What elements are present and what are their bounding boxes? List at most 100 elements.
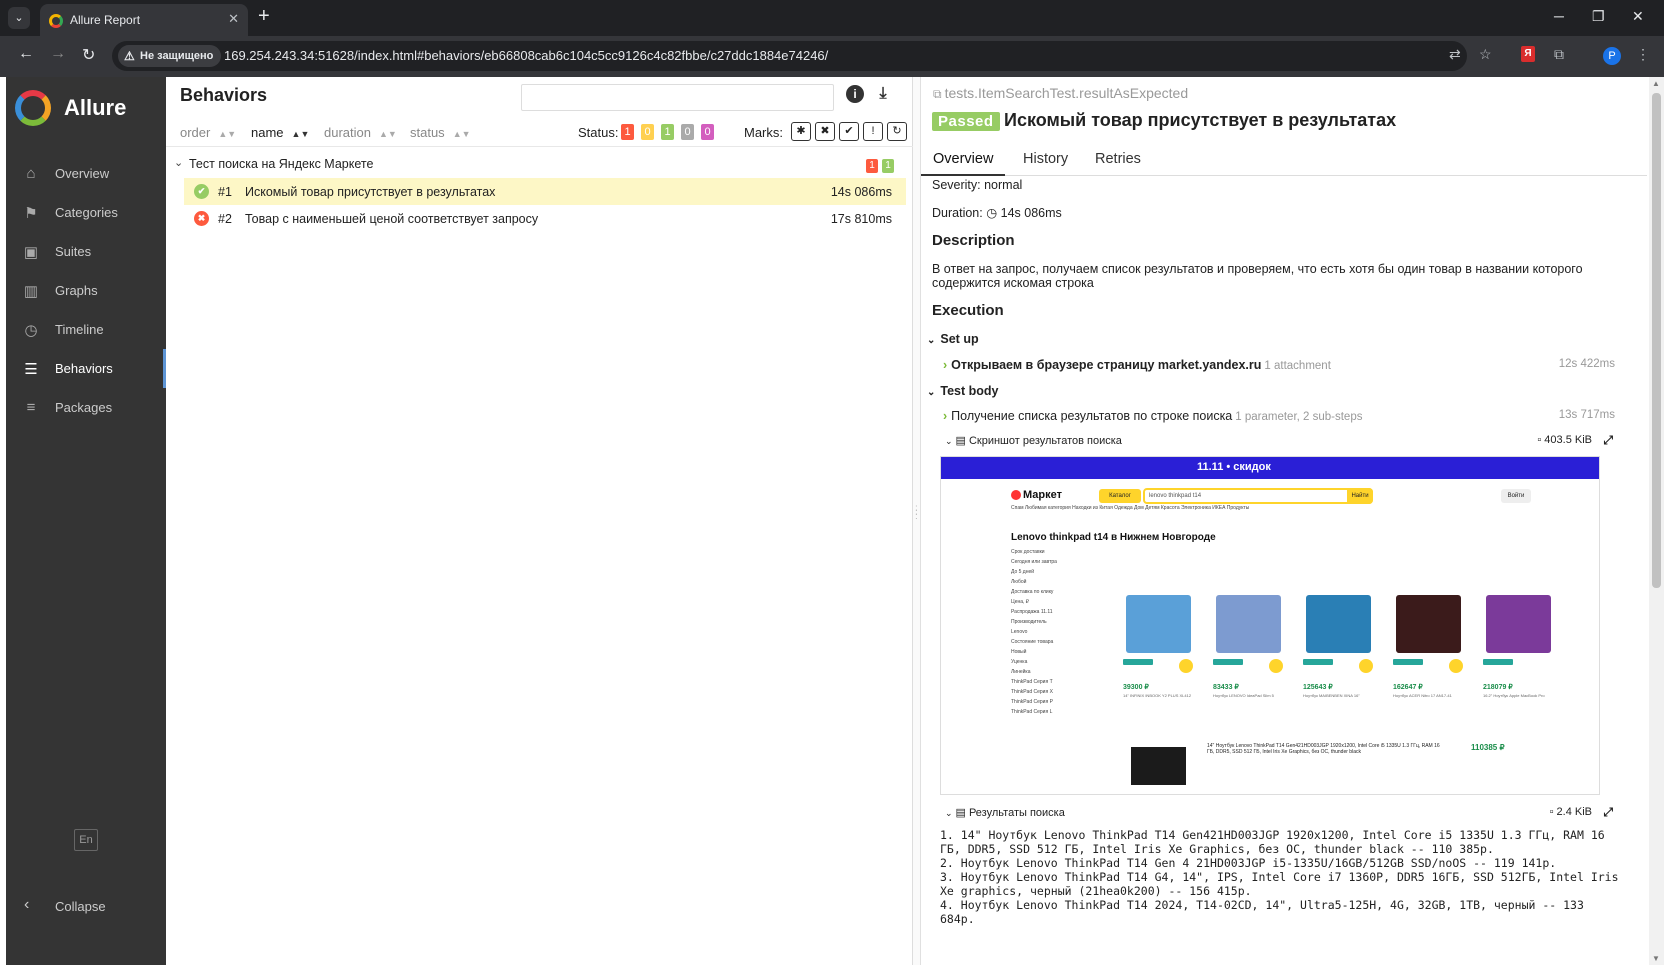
setup-section-toggle[interactable]: ⌄ Set up xyxy=(927,332,979,346)
status-filter-unknown[interactable]: 0 xyxy=(701,124,714,140)
sidebar-item-graphs[interactable]: ▥ Graphs xyxy=(6,271,166,310)
discount-badge xyxy=(1303,659,1333,665)
extensions-icon[interactable]: ⧉ xyxy=(1554,46,1564,63)
clock-icon: ◷ xyxy=(986,206,998,220)
copy-icon[interactable]: ⧉ xyxy=(933,87,942,101)
product-image xyxy=(1131,747,1186,785)
minimize-icon[interactable]: ─ xyxy=(1554,8,1564,24)
attachment-screenshot[interactable]: ⌄ ▤ Скриншот результатов поиска ▫ 403.5 Ki… xyxy=(945,433,1615,448)
collapse-button[interactable]: ‹ Collapse xyxy=(6,892,166,922)
chevron-down-icon: ⌄ xyxy=(945,436,953,446)
clock-icon: ◷ xyxy=(24,322,38,339)
test-body-label: Test body xyxy=(940,384,999,398)
product-price: 39300 ₽ xyxy=(1123,684,1149,691)
yandex-extension-icon[interactable]: Я xyxy=(1521,46,1535,62)
status-filter-failed[interactable]: 1 xyxy=(621,124,634,140)
scroll-up-icon[interactable]: ▲ xyxy=(1652,79,1660,88)
sort-by-status[interactable]: status ▲▼ xyxy=(410,125,471,140)
product-desc: Ноутбук LENOVO IdeaPad Slim 5 xyxy=(1213,693,1274,698)
test-row[interactable]: ✔ #1 Искомый товар присутствует в резуль… xyxy=(184,178,906,205)
info-icon[interactable]: i xyxy=(846,85,864,103)
screenshot-attachment-image[interactable]: 11.11 • скидок Маркет Каталог lenovo thi… xyxy=(940,456,1600,795)
test-full-name[interactable]: ⧉ tests.ItemSearchTest.resultAsExpected xyxy=(933,85,1188,102)
tab-overview[interactable]: Overview xyxy=(921,151,1006,176)
forward-icon[interactable]: → xyxy=(50,45,66,63)
sort-arrows-icon: ▲▼ xyxy=(452,129,471,139)
new-tab-icon[interactable]: + xyxy=(258,5,270,28)
sidebar-item-categories[interactable]: ⚑ Categories xyxy=(6,193,166,232)
severity: Severity: normal xyxy=(932,178,1023,192)
step-meta: 1 parameter, 2 sub-steps xyxy=(1235,411,1363,423)
sort-by-order[interactable]: order ▲▼ xyxy=(180,125,236,140)
scrollbar-thumb[interactable] xyxy=(1652,93,1661,588)
restore-icon[interactable]: ❐ xyxy=(1592,8,1605,25)
close-window-icon[interactable]: ✕ xyxy=(1632,8,1644,25)
pane-title: Behaviors xyxy=(180,85,268,105)
download-icon[interactable]: ⤓ xyxy=(874,85,892,103)
url-text[interactable]: 169.254.243.34:51628/index.html#behavior… xyxy=(224,48,828,63)
flaky-mark-icon[interactable]: ✱ xyxy=(791,122,811,141)
brand-name[interactable]: Allure xyxy=(64,95,126,121)
sidebar-item-timeline[interactable]: ◷ Timeline xyxy=(6,310,166,349)
attachment-name: Результаты поиска xyxy=(968,807,1065,819)
translate-icon[interactable]: ⇄ xyxy=(1449,46,1461,63)
close-tab-icon[interactable]: ✕ xyxy=(228,11,239,27)
browser-tab-bar: ⌄ Allure Report ✕ + ─ ❐ ✕ xyxy=(0,0,1664,36)
pane-splitter[interactable]: ::: xyxy=(913,77,921,965)
new-failed-mark-icon[interactable]: ✖ xyxy=(815,122,835,141)
setup-label: Set up xyxy=(940,332,979,346)
step-duration: 13s 717ms xyxy=(1558,409,1615,421)
sidebar-item-overview[interactable]: ⌂ Overview xyxy=(6,154,166,193)
sidebar-item-suites[interactable]: ▣ Suites xyxy=(6,232,166,271)
list-icon: ☰ xyxy=(24,361,38,378)
omnibox[interactable]: ⚠ Не защищено 169.254.243.34:51628/index… xyxy=(112,41,1467,71)
allure-logo-icon[interactable] xyxy=(15,90,51,126)
scroll-down-icon[interactable]: ▼ xyxy=(1652,954,1660,963)
tab-history[interactable]: History xyxy=(1023,151,1068,167)
attachment-results[interactable]: ⌄ ▤ Результаты поиска ▫ 2.4 KiB ⤢ xyxy=(945,805,1615,820)
sort-by-name[interactable]: name ▲▼ xyxy=(251,125,309,140)
expand-icon[interactable]: ⤢ xyxy=(1603,433,1613,448)
bookmark-star-icon[interactable]: ☆ xyxy=(1479,46,1492,63)
new-passed-mark-icon[interactable]: ✔ xyxy=(839,122,859,141)
promo-text: 11.11 • скидок xyxy=(1197,461,1271,473)
status-filter-broken[interactable]: 0 xyxy=(641,124,654,140)
expand-icon[interactable]: ⤢ xyxy=(1603,805,1613,820)
body-step[interactable]: › Получение списка результатов по строке … xyxy=(943,409,1615,423)
product-desc: 14" Ноутбук Lenovo ThinkPad T14 Gen421HD… xyxy=(1207,743,1440,755)
status-filter-skipped[interactable]: 0 xyxy=(681,124,694,140)
sort-bar: order ▲▼ name ▲▼ duration ▲▼ status ▲▼ Statu… xyxy=(166,117,913,147)
sidebar-item-label: Categories xyxy=(55,205,118,220)
sort-by-duration[interactable]: duration ▲▼ xyxy=(324,125,397,140)
yandex-logo-icon xyxy=(1011,490,1021,501)
sort-arrows-icon: ▲▼ xyxy=(378,129,397,139)
reload-icon[interactable]: ↻ xyxy=(82,45,95,65)
duration-value: 14s 086ms xyxy=(1000,206,1062,220)
profile-avatar[interactable]: P xyxy=(1603,47,1621,65)
setup-step[interactable]: › Открываем в браузере страницу market.ya… xyxy=(943,358,1615,372)
test-row[interactable]: ✖ #2 Товар с наименьшей ценой соответств… xyxy=(184,205,906,232)
product-desc: 16.2" Ноутбук Apple MacBook Pro xyxy=(1483,693,1545,698)
detail-scrollbar[interactable]: ▲ ▼ xyxy=(1649,77,1664,965)
test-body-section-toggle[interactable]: ⌄ Test body xyxy=(927,384,999,398)
sort-label: name xyxy=(251,125,284,140)
market-logo-text: Маркет xyxy=(1023,489,1062,501)
tree-search-input[interactable] xyxy=(521,84,834,111)
browser-tab[interactable]: Allure Report ✕ xyxy=(40,4,248,36)
status-badge: Passed xyxy=(932,112,1000,131)
tab-retries[interactable]: Retries xyxy=(1095,151,1141,167)
sidebar-item-packages[interactable]: ≡ Packages xyxy=(6,388,166,427)
cart-icon xyxy=(1449,659,1463,673)
not-secure-chip[interactable]: ⚠ Не защищено xyxy=(118,45,222,67)
new-broken-mark-icon[interactable]: ! xyxy=(863,122,883,141)
back-icon[interactable]: ← xyxy=(18,45,34,63)
retries-mark-icon[interactable]: ↻ xyxy=(887,122,907,141)
tree-group[interactable]: ⌄ Тест поиска на Яндекс Маркете 1 1 xyxy=(166,152,913,178)
menu-kebab-icon[interactable]: ⋮ xyxy=(1636,46,1650,63)
file-text-icon: ▤ xyxy=(955,807,966,819)
sidebar-item-behaviors[interactable]: ☰ Behaviors xyxy=(6,349,166,388)
language-switcher[interactable]: En xyxy=(74,829,98,851)
tab-search-dropdown-icon[interactable]: ⌄ xyxy=(8,7,30,29)
status-filter-passed[interactable]: 1 xyxy=(661,124,674,140)
test-title: Искомый товар присутствует в результатах xyxy=(1004,110,1397,130)
